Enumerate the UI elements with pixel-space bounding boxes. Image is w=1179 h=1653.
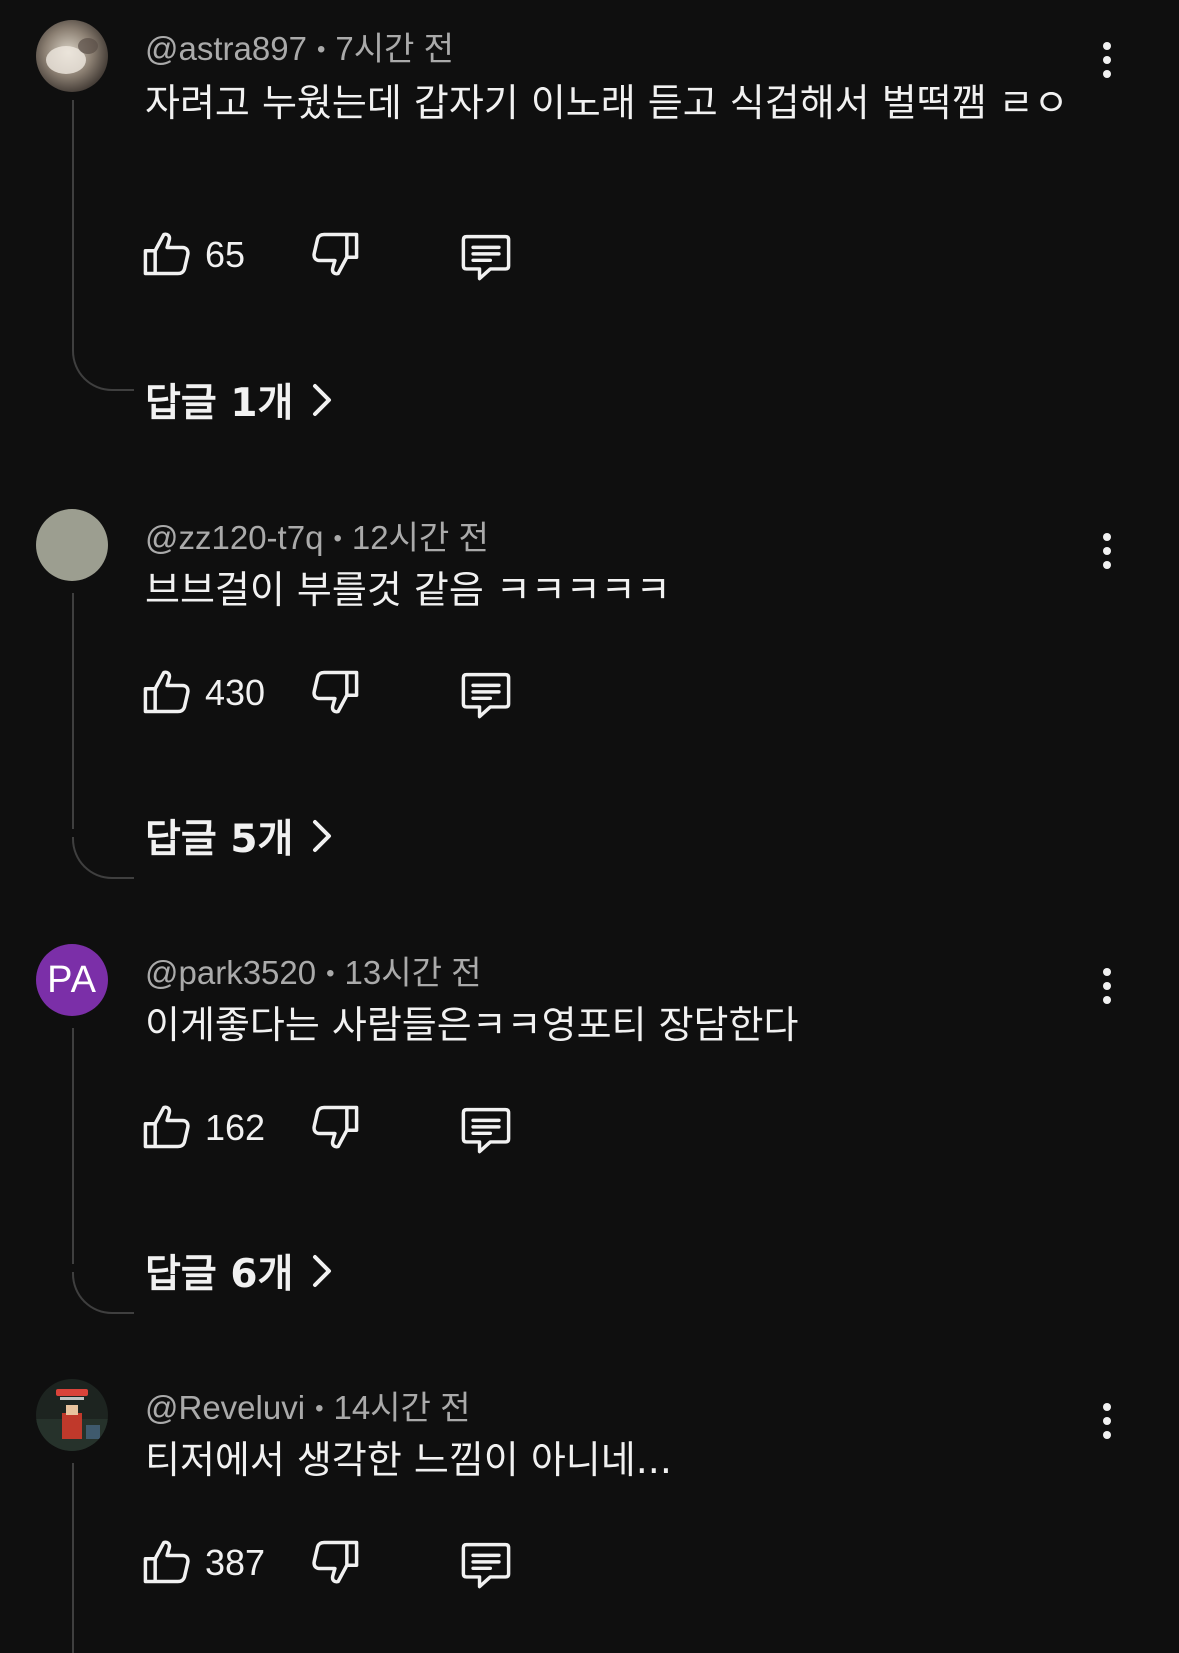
- more-vertical-icon: [1103, 1403, 1111, 1411]
- comment-reply-icon[interactable]: [458, 228, 514, 284]
- thumbs-up-icon[interactable]: [140, 666, 192, 718]
- more-options-button[interactable]: [1090, 958, 1124, 1014]
- comment-reply-icon[interactable]: [458, 1101, 514, 1157]
- comment-meta: @Reveluvi • 14시간 전: [145, 1381, 470, 1429]
- thread-line: [72, 1028, 74, 1264]
- comment-actions: 387: [140, 1536, 560, 1596]
- thumbs-down-icon[interactable]: [310, 666, 362, 718]
- comment-actions: 430: [140, 666, 560, 726]
- thread-line: [72, 1463, 74, 1653]
- comment-time[interactable]: 14시간 전: [333, 1389, 470, 1426]
- thumbs-down-icon[interactable]: [310, 1536, 362, 1588]
- thread-curve: [72, 837, 134, 879]
- comment-text: 티저에서 생각한 느낌이 아니네...: [145, 1438, 672, 1482]
- comment-author[interactable]: @astra897: [145, 30, 307, 67]
- more-options-button[interactable]: [1090, 32, 1124, 88]
- comment-author[interactable]: @zz120-t7q: [145, 519, 323, 556]
- comment-time[interactable]: 12시간 전: [352, 519, 489, 556]
- like-count: 430: [205, 672, 266, 713]
- comment-meta: @zz120-t7q • 12시간 전: [145, 511, 489, 559]
- like-count: 65: [205, 234, 246, 275]
- replies-label: 답글 5개: [145, 817, 294, 862]
- comment-author[interactable]: @Reveluvi: [145, 1389, 305, 1426]
- view-replies-button[interactable]: 답글 1개: [145, 375, 335, 426]
- thumbs-up-icon[interactable]: [140, 228, 192, 280]
- comment-text: 자려고 누웠는데 갑자기 이노래 듣고 식겁해서 벌떡깸 ㄹㅇ: [145, 81, 1069, 125]
- view-replies-button[interactable]: 답글 5개: [145, 811, 335, 862]
- thread-curve: [72, 349, 134, 391]
- avatar[interactable]: [36, 509, 108, 581]
- avatar-initials: PA: [47, 958, 97, 1001]
- more-dot: [1103, 56, 1111, 64]
- more-dot: [1103, 1417, 1111, 1425]
- comment-actions: 65: [140, 228, 560, 288]
- comment-meta: @park3520 • 13시간 전: [145, 946, 481, 994]
- comment-text: 이게좋다는 사람들은ㅋㅋ영포티 장담한다: [145, 1003, 799, 1047]
- more-vertical-icon: [1103, 42, 1111, 50]
- thread-line: [72, 100, 74, 350]
- more-dot: [1103, 561, 1111, 569]
- comment-time[interactable]: 7시간 전: [335, 30, 454, 67]
- thread-line: [72, 593, 74, 829]
- more-dot: [1103, 982, 1111, 990]
- more-dot: [1103, 70, 1111, 78]
- replies-label: 답글 6개: [145, 1252, 294, 1297]
- meta-separator: •: [315, 1395, 324, 1422]
- chevron-right-icon: [309, 1251, 335, 1291]
- thread-curve: [72, 1272, 134, 1314]
- thumbs-up-icon[interactable]: [140, 1536, 192, 1588]
- more-vertical-icon: [1103, 533, 1111, 541]
- comment-time[interactable]: 13시간 전: [345, 954, 482, 991]
- view-replies-button[interactable]: 답글 6개: [145, 1246, 335, 1297]
- avatar[interactable]: [36, 1379, 108, 1451]
- more-dot: [1103, 547, 1111, 555]
- thumbs-down-icon[interactable]: [310, 1101, 362, 1153]
- meta-separator: •: [333, 525, 342, 552]
- more-dot: [1103, 996, 1111, 1004]
- comment-meta: @astra897 • 7시간 전: [145, 22, 454, 70]
- thumbs-up-icon[interactable]: [140, 1101, 192, 1153]
- more-options-button[interactable]: [1090, 1393, 1124, 1449]
- chevron-right-icon: [309, 380, 335, 420]
- like-count: 387: [205, 1542, 266, 1583]
- comment-actions: 162: [140, 1101, 560, 1161]
- thumbs-down-icon[interactable]: [310, 228, 362, 280]
- comment-reply-icon[interactable]: [458, 1536, 514, 1592]
- chevron-right-icon: [309, 816, 335, 856]
- avatar[interactable]: [36, 20, 108, 92]
- meta-separator: •: [326, 960, 335, 987]
- more-dot: [1103, 1431, 1111, 1439]
- meta-separator: •: [316, 36, 326, 63]
- like-count: 162: [205, 1107, 266, 1148]
- more-vertical-icon: [1103, 968, 1111, 976]
- comment-text: 브브걸이 부를것 같음 ㅋㅋㅋㅋㅋ: [145, 568, 671, 612]
- comment-reply-icon[interactable]: [458, 666, 514, 722]
- more-options-button[interactable]: [1090, 523, 1124, 579]
- avatar[interactable]: PA: [36, 944, 108, 1016]
- comment-author[interactable]: @park3520: [145, 954, 316, 991]
- replies-label: 답글 1개: [145, 381, 294, 426]
